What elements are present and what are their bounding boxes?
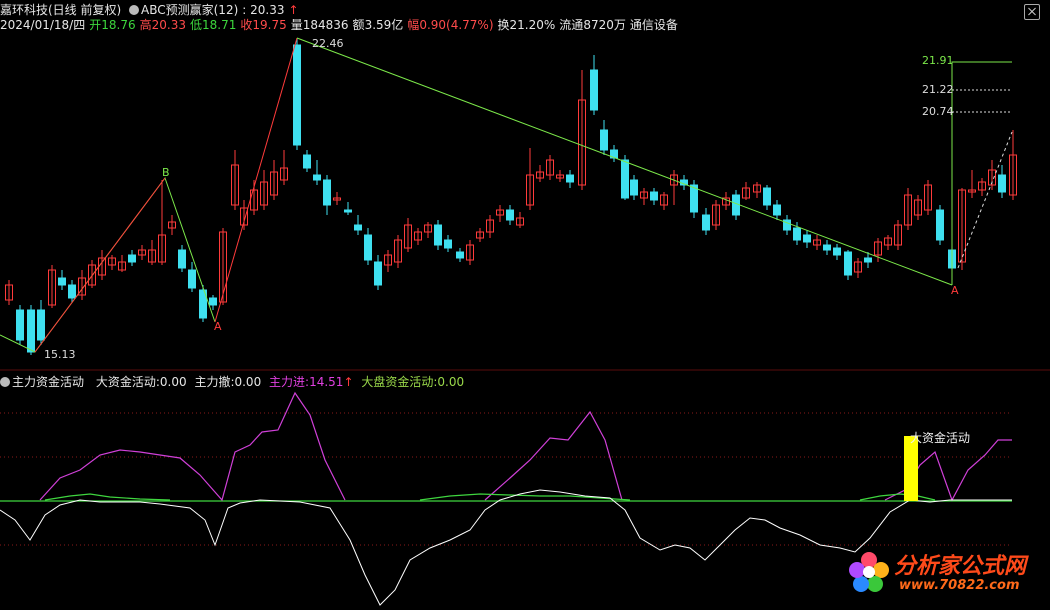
candle-body (444, 239, 452, 249)
candle-body (58, 277, 66, 286)
amount-value: 3.59亿 (364, 18, 404, 32)
float-value: 8720万 (583, 18, 626, 32)
watermark-title: 分析家公式网 (894, 554, 1027, 579)
withdraw-value: 0.00 (234, 375, 262, 389)
watermark: 分析家公式网 www.70822.com (839, 546, 1044, 604)
candle-body (763, 187, 771, 206)
candle-body (833, 247, 841, 256)
change-value: 0.90(4.77%) (419, 18, 494, 32)
candle-body (128, 254, 136, 263)
candle-body (178, 249, 186, 269)
open-value: 18.76 (101, 18, 136, 32)
market-fund-value: 0.00 (437, 375, 465, 389)
wave-line-red-up (34, 177, 166, 353)
candle-body (844, 251, 852, 276)
candle-body (600, 129, 608, 151)
projection-line (957, 131, 1013, 269)
inflow-line-1 (39, 391, 346, 502)
candle-body (209, 297, 217, 306)
close-value: 19.75 (252, 18, 287, 32)
watermark-logo-icon (849, 552, 889, 592)
wave-line-green-down (296, 37, 953, 286)
volume-value: 184836 (302, 18, 349, 32)
target-3-label: 20.74 (922, 105, 954, 118)
candle-body (37, 309, 45, 341)
kline-chart[interactable]: 22.46 15.13 21.91 21.22 20.74 B A A 大资金活动 (0, 0, 1050, 610)
industry: 通信设备 (629, 18, 678, 32)
target-2-label: 21.22 (922, 83, 954, 96)
candle-body (16, 309, 24, 341)
wave-a-label-2: A (951, 284, 959, 297)
candle-body (998, 174, 1006, 193)
candle-body (630, 179, 638, 196)
candle-body (506, 209, 514, 221)
candle-body (68, 284, 76, 299)
candle-body (650, 191, 658, 201)
low-value: 18.71 (201, 18, 237, 32)
candle-body (864, 257, 872, 263)
candle-body (803, 234, 811, 243)
candle-body (354, 224, 362, 231)
candle-body (823, 244, 831, 251)
inflow-line-2 (484, 410, 623, 501)
sub-indicator-toggle-icon[interactable] (0, 377, 10, 387)
candle-body (936, 209, 944, 241)
candle-body (27, 309, 35, 353)
date: 2024/01/18/四 (0, 18, 86, 32)
chart-header: 嘉环科技(日线 前复权) ABC预测赢家(12) : 20.33 ↑ (0, 2, 307, 18)
ohlc-bar: 2024/01/18/四 开18.76 高20.33 低18.71 收19.75 量184… (0, 18, 678, 32)
inflow-value: 14.51 (309, 375, 344, 389)
candle-body (188, 269, 196, 289)
wave-b-label: B (162, 166, 170, 179)
sub-chart-header: 主力资金活动 大资金活动:0.00 主力撤:0.00 主力进:14.51↑ 大盘… (0, 374, 468, 390)
high-value: 20.33 (151, 18, 186, 32)
target-1-label: 21.91 (922, 54, 954, 67)
candle-body (702, 214, 710, 231)
big-fund-bar (904, 436, 918, 501)
low-point-label: 15.13 (44, 348, 76, 361)
market-line-3 (859, 493, 936, 501)
high-point-label: 22.46 (312, 37, 344, 50)
candle-body (344, 209, 352, 213)
candle-body (566, 174, 574, 183)
close-icon[interactable] (1024, 4, 1040, 20)
market-line-1 (44, 493, 171, 501)
target-bracket (951, 61, 1012, 285)
candle-body (303, 154, 311, 169)
sub-title[interactable]: 主力资金活动 (12, 375, 84, 389)
candle-body (590, 69, 598, 111)
wave-a-label-1: A (214, 320, 222, 333)
candle-body (374, 261, 382, 286)
up-arrow-icon: ↑ (288, 3, 299, 17)
candle-body (323, 179, 331, 206)
candle-body (313, 174, 321, 181)
candle-body (456, 251, 464, 259)
candle-body (434, 224, 442, 246)
turnover-value: 21.20% (509, 18, 556, 32)
candle-body (793, 227, 801, 241)
inflow-up-arrow-icon: ↑ (343, 375, 354, 389)
big-fund-annotation: 大资金活动 (910, 430, 970, 445)
candle-body (621, 159, 629, 199)
candle-body (364, 234, 372, 261)
watermark-url: www.70822.com (899, 578, 1020, 593)
indicator-name[interactable]: ABC预测赢家(12) (141, 3, 238, 17)
stock-name[interactable]: 嘉环科技(日线 前复权) (0, 3, 121, 17)
candle-body (773, 204, 781, 216)
candle-body (293, 44, 301, 146)
big-fund-value: 0.00 (159, 375, 187, 389)
indicator-value: : 20.33 (242, 3, 285, 17)
indicator-toggle-icon[interactable] (129, 5, 140, 15)
